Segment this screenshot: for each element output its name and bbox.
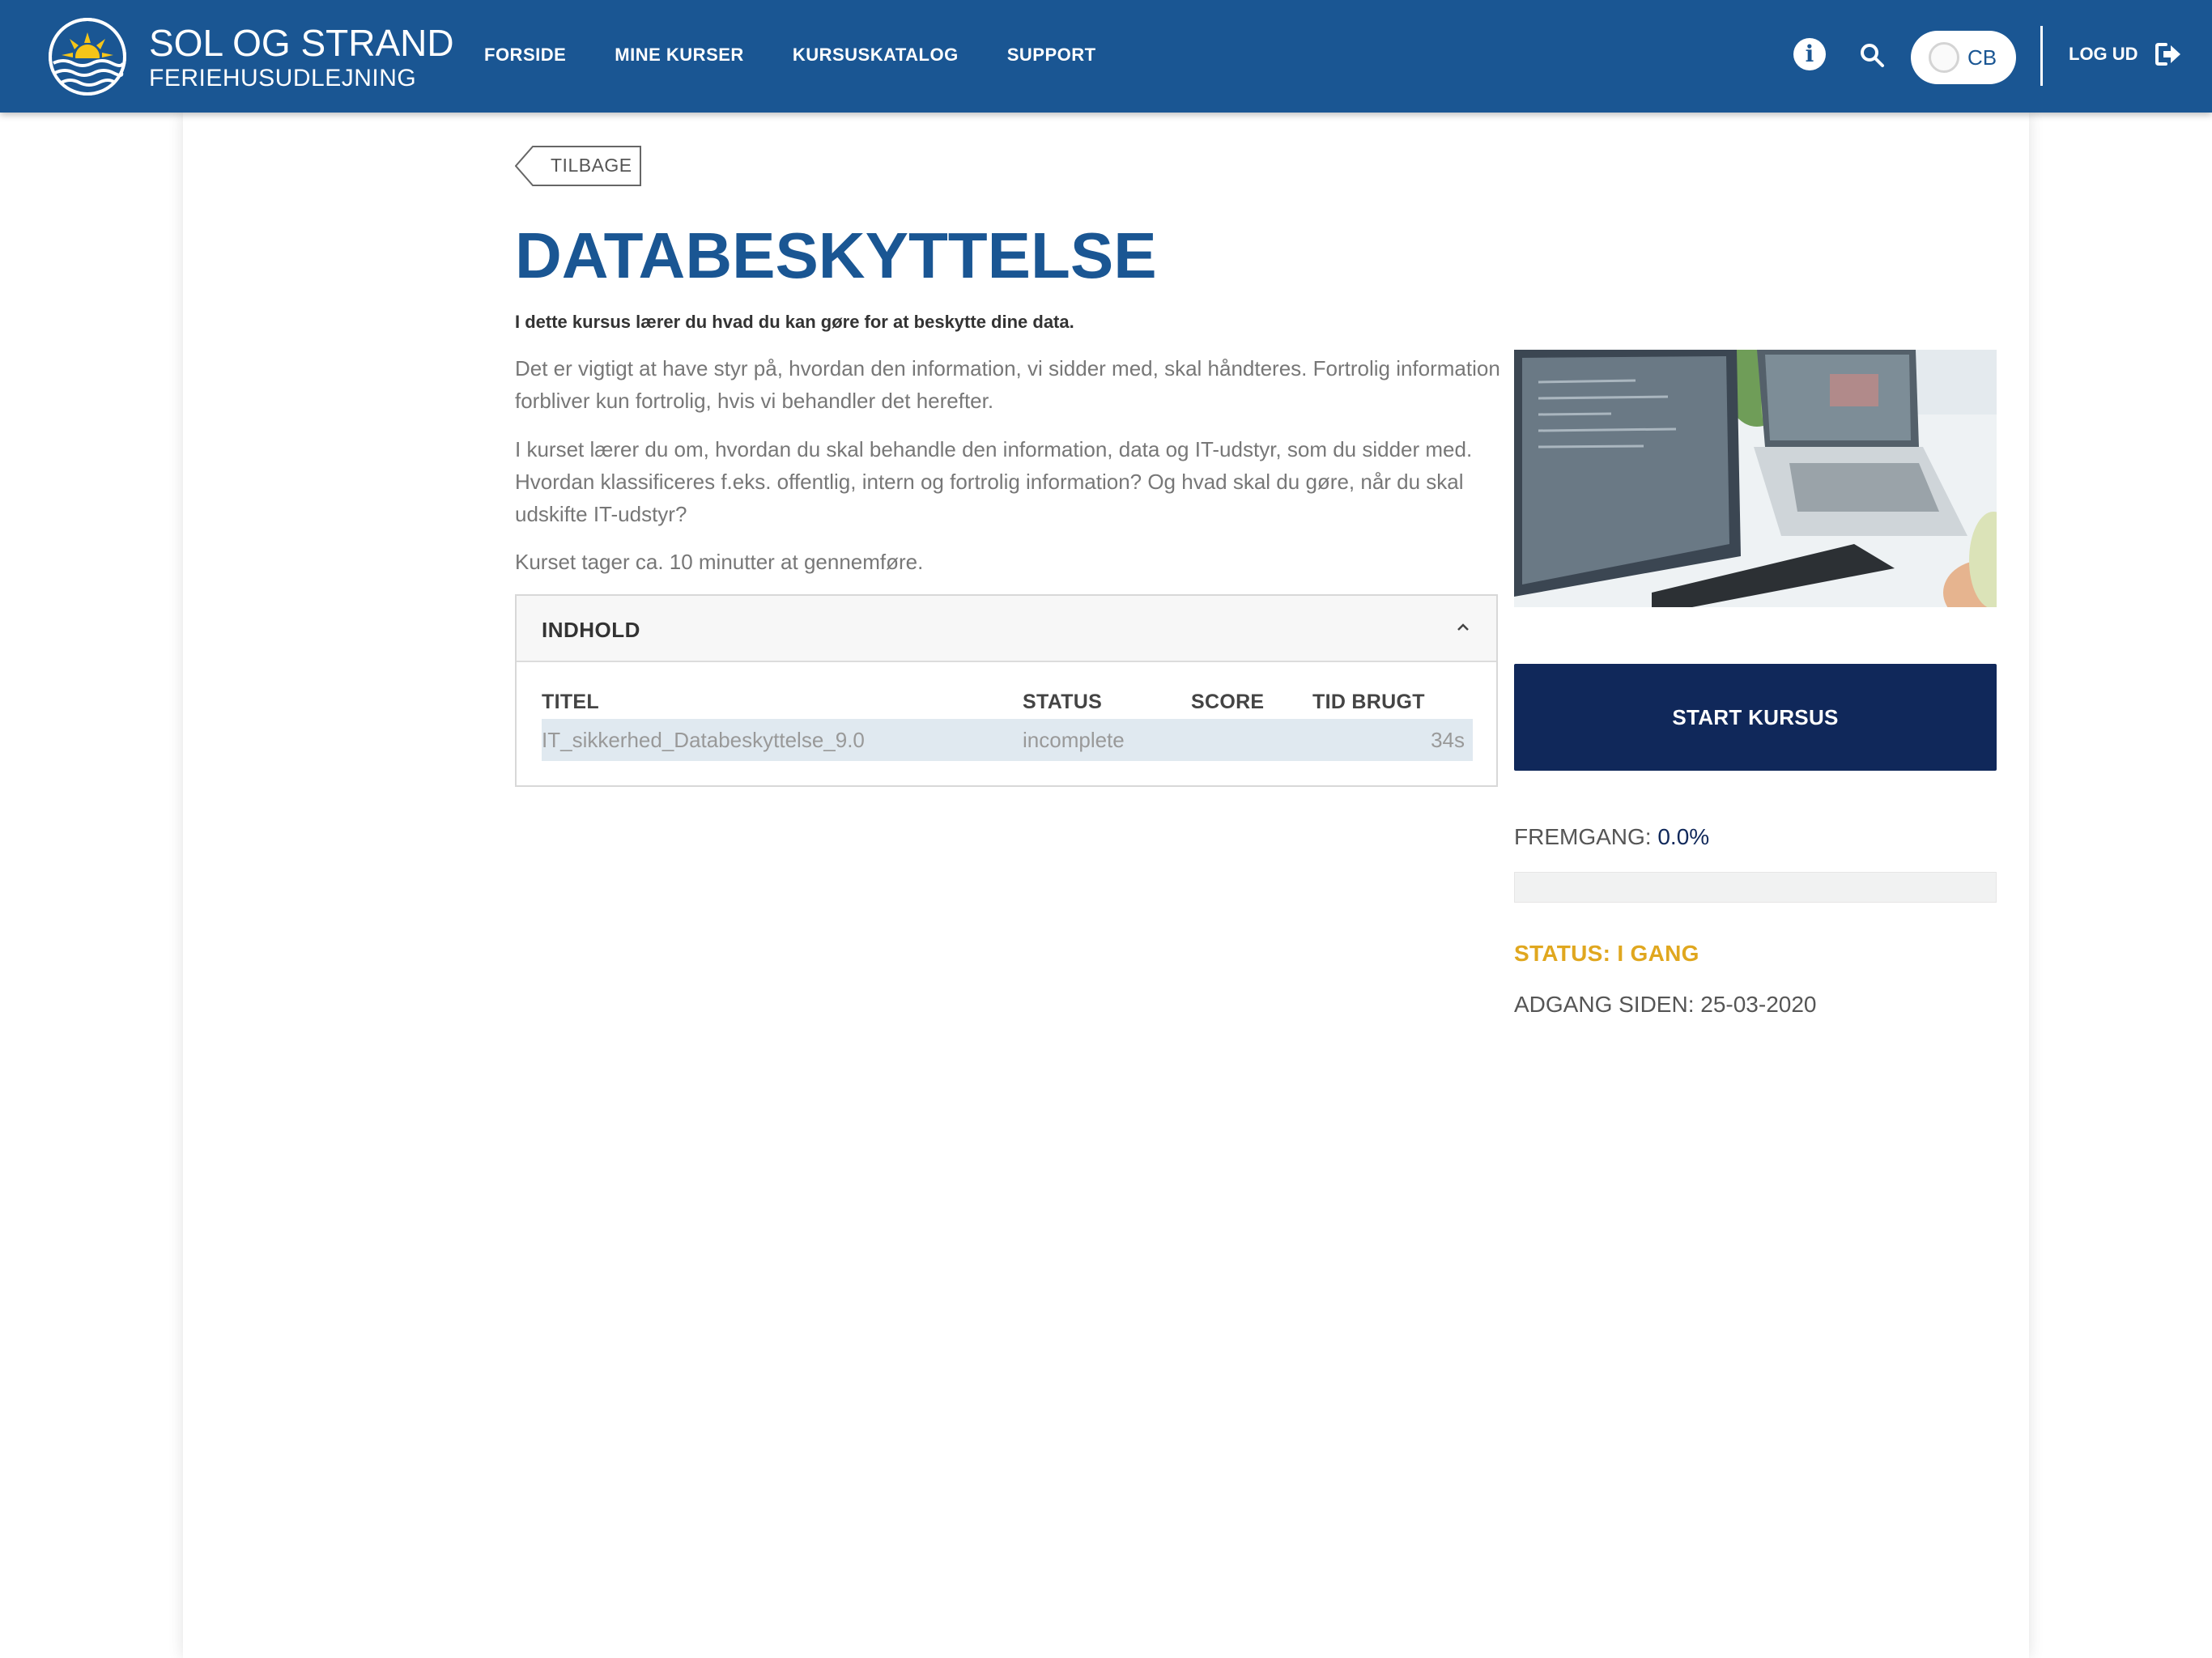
course-description-2: I kurset lærer du om, hvordan du skal be… <box>515 437 1473 526</box>
content-heading: INDHOLD <box>542 618 640 642</box>
row-status: incomplete <box>1023 728 1125 752</box>
info-icon[interactable]: i <box>1793 38 1826 70</box>
nav-item-forside[interactable]: FORSIDE <box>484 45 566 66</box>
column-header-score: SCORE <box>1191 691 1265 713</box>
course-description-1: Det er vigtigt at have styr på, hvordan … <box>515 356 1500 413</box>
nav-item-mine-kurser[interactable]: MINE KURSER <box>615 45 744 66</box>
progress-bar <box>1514 872 1997 903</box>
page-title: DATABESKYTTELSE <box>515 219 1157 291</box>
progress-label-text: FREMGANG: <box>1514 824 1652 849</box>
content-panel-header[interactable]: INDHOLD <box>517 596 1496 662</box>
sun-waves-logo-icon[interactable] <box>47 16 128 97</box>
logout-button[interactable]: LOG UD <box>2069 42 2182 66</box>
brand-subtitle: FERIEHUSUDLEJNING <box>149 65 417 91</box>
back-button[interactable]: TILBAGE <box>515 146 641 186</box>
header-divider <box>2040 26 2043 86</box>
logout-label: LOG UD <box>2069 44 2138 64</box>
row-title: IT_sikkerhed_Databeskyttelse_9.0 <box>542 728 865 752</box>
status-badge: STATUS: I GANG <box>1514 941 1699 966</box>
nav-item-kursuskatalog[interactable]: KURSUSKATALOG <box>793 45 959 66</box>
content-panel: INDHOLD TITEL STATUS SCORE TID BRUGT IT_… <box>515 594 1498 787</box>
main-nav: FORSIDE MINE KURSER KURSUSKATALOG SUPPOR… <box>484 45 1096 66</box>
avatar <box>1929 42 1959 73</box>
user-initials: CB <box>1967 45 1997 70</box>
sign-out-icon <box>2155 43 2180 66</box>
table-row[interactable]: IT_sikkerhed_Databeskyttelse_9.0 incompl… <box>542 719 1473 761</box>
course-image <box>1514 350 1997 607</box>
row-time: 34s <box>1431 728 1465 752</box>
start-course-button[interactable]: START KURSUS <box>1514 664 1997 771</box>
column-header-title: TITEL <box>542 691 599 713</box>
course-lead: I dette kursus lærer du hvad du kan gøre… <box>515 312 1074 332</box>
course-duration: Kurset tager ca. 10 minutter at gennemfø… <box>515 550 924 574</box>
progress-label: FREMGANG: 0.0% <box>1514 824 1709 850</box>
user-menu-button[interactable]: CB <box>1911 31 2016 84</box>
progress-value: 0.0% <box>1657 824 1710 849</box>
column-header-status: STATUS <box>1023 691 1103 713</box>
search-icon[interactable] <box>1859 42 1885 68</box>
column-header-time: TID BRUGT <box>1312 691 1425 713</box>
nav-item-support[interactable]: SUPPORT <box>1007 45 1096 66</box>
brand-title: SOL OG STRAND <box>149 22 454 64</box>
top-navigation-bar: SOL OG STRAND FERIEHUSUDLEJNING FORSIDE … <box>0 0 2212 113</box>
brand-name[interactable]: SOL OG STRAND FERIEHUSUDLEJNING <box>149 21 454 92</box>
access-since: ADGANG SIDEN: 25-03-2020 <box>1514 992 1817 1017</box>
back-button-label: TILBAGE <box>551 155 632 176</box>
chevron-up-icon[interactable] <box>1454 619 1472 636</box>
